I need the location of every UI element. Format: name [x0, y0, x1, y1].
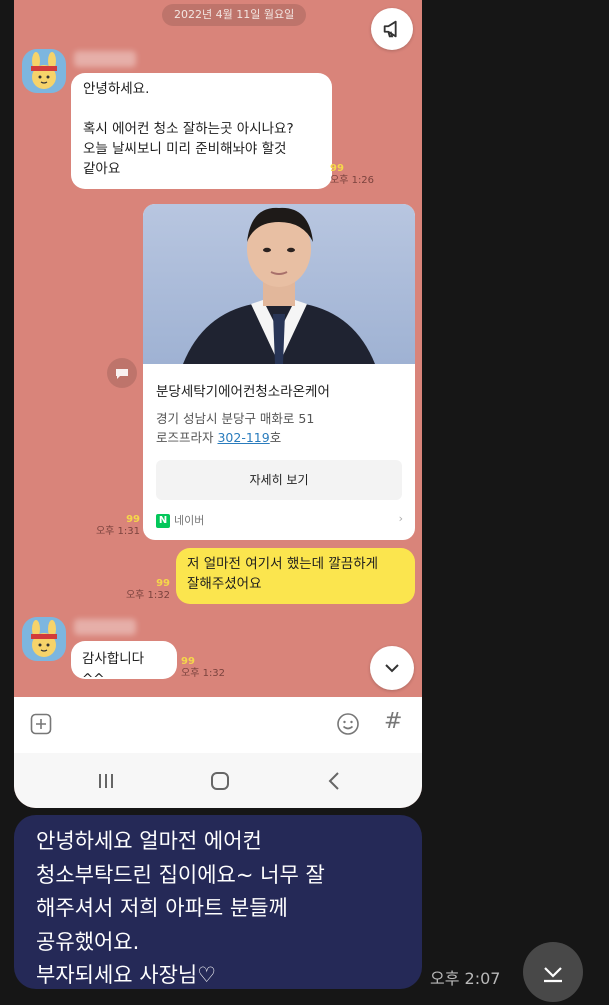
message-input[interactable] [64, 709, 326, 739]
share-button[interactable] [107, 358, 137, 388]
chevron-right-icon: › [398, 512, 403, 525]
smile-icon[interactable] [336, 712, 360, 736]
chevron-down-icon [385, 664, 399, 673]
my-message-bubble[interactable]: 저 얼마전 여기서 했는데 깔끔하게 잘해주셨어요 [176, 548, 415, 604]
view-details-button[interactable]: 자세히 보기 [156, 460, 402, 500]
hashtag-icon[interactable]: # [384, 709, 402, 734]
avatar[interactable] [22, 617, 66, 661]
chat-screenshot: 2022년 4월 11일 월요일 안녕하세요. 혹시 에어컨 청소 잘하는곳 아… [14, 0, 422, 808]
share-icon [116, 369, 128, 379]
back-icon[interactable] [322, 769, 346, 793]
place-name: 분당세탁기에어컨청소라온케어 [156, 384, 330, 400]
review-time: 오후 2:07 [430, 969, 501, 988]
announcement-button[interactable] [371, 8, 413, 50]
download-button[interactable] [523, 942, 583, 1002]
card-source[interactable]: N 네이버 › [156, 512, 403, 530]
naver-logo-icon: N [156, 514, 170, 528]
unread-count: 99 [330, 163, 344, 174]
place-link-card[interactable]: 분당세탁기에어컨청소라온케어 경기 성남시 분당구 매화로 51 로즈프라자 3… [143, 204, 415, 540]
megaphone-icon [383, 20, 397, 38]
message-time: 오후 1:26 [330, 175, 375, 186]
review-message-bubble[interactable]: 안녕하세요 얼마전 에어컨 청소부탁드린 집이에요~ 너무 잘 해주셔서 저희 … [14, 815, 422, 989]
address-line2: 로즈프라자 302-119호 [156, 430, 282, 445]
message-meta: 99 오후 1:32 [125, 578, 170, 601]
scroll-down-button[interactable] [370, 646, 414, 690]
home-icon[interactable] [208, 769, 232, 793]
sender-name-blurred [74, 619, 136, 635]
download-icon [544, 967, 562, 983]
review-text: 안녕하세요 얼마전 에어컨 청소부탁드린 집이에요~ 너무 잘 해주셔서 저희 … [36, 829, 325, 987]
address-line1: 경기 성남시 분당구 매화로 51 [156, 411, 315, 426]
android-nav-bar [14, 753, 422, 808]
plus-square-icon[interactable] [30, 713, 52, 735]
card-meta: 99 오후 1:31 [95, 514, 140, 537]
place-address: 경기 성남시 분당구 매화로 51 로즈프라자 302-119호 [156, 409, 314, 447]
message-bubble[interactable]: 감사합니다^^ [71, 641, 177, 687]
sender-name-blurred [74, 51, 136, 67]
message-meta: 99 오후 1:26 [330, 163, 382, 187]
phone-link[interactable]: 302-119 [217, 430, 269, 445]
date-divider: 2022년 4월 11일 월요일 [162, 4, 307, 26]
message-input-bar: # [14, 697, 422, 754]
message-bubble[interactable]: 안녕하세요. 혹시 에어컨 청소 잘하는곳 아시나요? 오늘 날씨보니 미리 준… [71, 73, 332, 189]
profile-photo [143, 204, 415, 364]
recent-apps-icon[interactable] [94, 769, 118, 793]
avatar[interactable] [22, 49, 66, 93]
message-meta: 99 오후 1:32 [181, 656, 226, 679]
